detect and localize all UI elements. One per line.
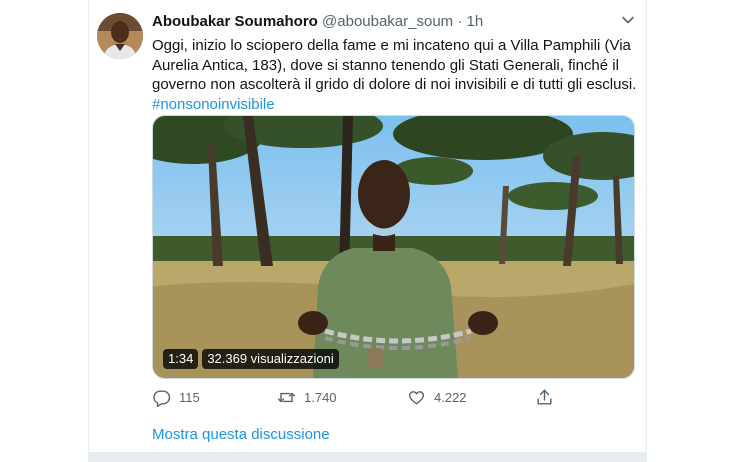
tweet-time[interactable]: 1h bbox=[467, 13, 484, 30]
hashtag-link[interactable]: #nonsonoinvisibile bbox=[152, 95, 638, 115]
author-name[interactable]: Aboubakar Soumahoro bbox=[152, 13, 318, 30]
reply-icon bbox=[153, 390, 171, 407]
video-duration: 1:34 bbox=[163, 349, 199, 369]
like-icon bbox=[408, 391, 425, 405]
author-handle[interactable]: @aboubakar_soum bbox=[322, 13, 453, 30]
like-button[interactable]: 4.222 bbox=[407, 388, 467, 407]
retweet-count: 1.740 bbox=[304, 390, 337, 405]
tweet-text: Oggi, inizio lo sciopero della fame e mi… bbox=[152, 36, 638, 114]
video-thumbnail bbox=[153, 116, 634, 378]
chevron-down-icon bbox=[622, 16, 634, 24]
tweet-header: Aboubakar Soumahoro @aboubakar_soum · 1h bbox=[152, 13, 483, 30]
show-thread-link[interactable]: Mostra questa discussione bbox=[152, 426, 330, 443]
share-button[interactable] bbox=[535, 388, 554, 407]
page-right-margin bbox=[646, 0, 740, 462]
video-badge: 1:34 32.369 visualizzazioni bbox=[163, 349, 339, 369]
tweet-menu-button[interactable] bbox=[620, 12, 636, 28]
avatar[interactable] bbox=[97, 13, 143, 59]
video-views: 32.369 visualizzazioni bbox=[202, 349, 339, 369]
tweet-actions: 115 1.740 4.222 bbox=[152, 388, 572, 410]
tweet-card[interactable]: Aboubakar Soumahoro @aboubakar_soum · 1h… bbox=[89, 0, 646, 452]
page-left-margin bbox=[0, 0, 89, 462]
tweet-body: Oggi, inizio lo sciopero della fame e mi… bbox=[152, 37, 637, 93]
time-separator: · bbox=[457, 13, 463, 30]
reply-count: 115 bbox=[179, 390, 200, 405]
like-count: 4.222 bbox=[434, 390, 467, 405]
avatar-photo bbox=[97, 13, 143, 59]
video-player[interactable]: 1:34 32.369 visualizzazioni bbox=[152, 115, 635, 379]
share-icon bbox=[537, 389, 552, 405]
retweet-button[interactable]: 1.740 bbox=[277, 388, 337, 407]
retweet-icon bbox=[277, 392, 296, 403]
timeline-divider bbox=[88, 452, 646, 462]
reply-button[interactable]: 115 bbox=[152, 388, 200, 407]
